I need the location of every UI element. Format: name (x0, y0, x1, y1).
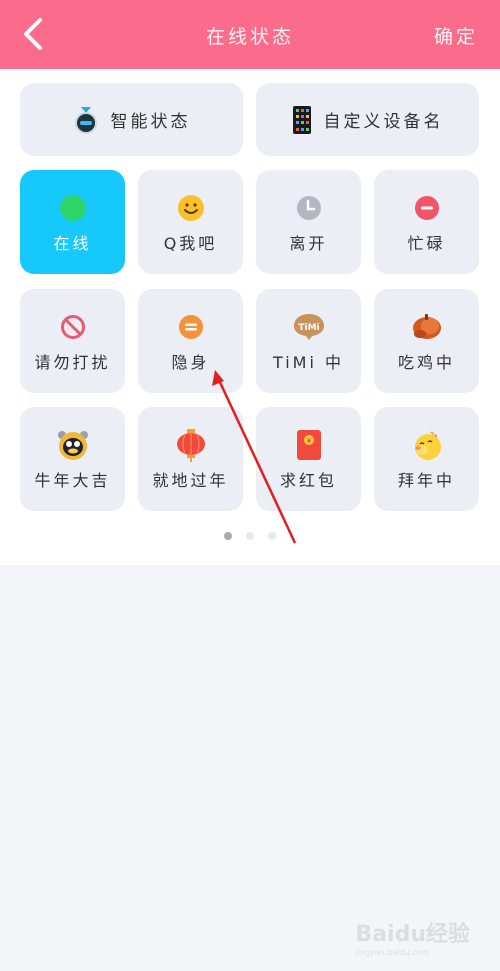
status-label: 隐身 (171, 353, 210, 372)
status-do-not-disturb[interactable]: 请勿打扰 (20, 289, 125, 393)
chick-icon (410, 429, 444, 461)
page-indicator (0, 532, 500, 540)
status-label: 拜年中 (397, 471, 455, 490)
custom-device-name-label: 自定义设备名 (323, 112, 444, 132)
status-timi[interactable]: TiMi TiMi 中 (256, 289, 361, 393)
status-online[interactable]: 在线 (20, 170, 125, 274)
watermark-subtext: jingyan.baidu.com (355, 948, 430, 957)
status-label: 请勿打扰 (34, 353, 111, 372)
status-label: TiMi 中 (272, 353, 345, 372)
invisible-icon (176, 312, 206, 342)
status-panel: 智能状态 自定义设备名 在线 Q我吧 离开 忙碌 请勿打扰 隐身 TiMi Ti… (0, 69, 500, 565)
busy-icon (412, 193, 442, 223)
custom-device-name-button[interactable]: 自定义设备名 (256, 83, 479, 156)
status-eating-chicken[interactable]: 吃鸡中 (374, 289, 479, 393)
clock-icon (294, 193, 324, 223)
status-invisible[interactable]: 隐身 (138, 289, 243, 393)
do-not-disturb-icon (58, 312, 88, 342)
ox-penguin-icon (56, 429, 90, 461)
page-dot-3[interactable] (268, 532, 276, 540)
status-label: 吃鸡中 (397, 353, 455, 372)
status-label: 离开 (289, 234, 328, 253)
status-label: 牛年大吉 (34, 471, 111, 490)
status-label: Q我吧 (163, 234, 218, 253)
robot-icon (74, 106, 97, 134)
page-title: 在线状态 (205, 26, 294, 48)
status-q-me[interactable]: Q我吧 (138, 170, 243, 274)
lantern-icon (175, 428, 207, 462)
confirm-button[interactable]: 确定 (434, 22, 478, 49)
smile-icon (176, 193, 206, 223)
status-ask-red-envelope[interactable]: ¥ 求红包 (256, 407, 361, 511)
watermark: Baidu经验 jingyan.baidu.com (355, 916, 470, 957)
online-dot-icon (58, 193, 88, 223)
status-label: 忙碌 (407, 234, 446, 253)
status-label: 在线 (53, 234, 92, 253)
status-ox-year[interactable]: 牛年大吉 (20, 407, 125, 511)
status-label: 求红包 (279, 471, 337, 490)
app-header: 在线状态 确定 (0, 0, 500, 69)
smart-status-label: 智能状态 (110, 112, 191, 132)
svg-text:TiMi: TiMi (298, 323, 319, 333)
page-dot-1[interactable] (224, 532, 232, 540)
red-envelope-icon: ¥ (296, 429, 322, 461)
status-away[interactable]: 离开 (256, 170, 361, 274)
watermark-text: Baidu经验 (355, 922, 470, 947)
page-dot-2[interactable] (246, 532, 254, 540)
status-stay-home-new-year[interactable]: 就地过年 (138, 407, 243, 511)
phone-icon (292, 105, 311, 134)
chicken-icon (410, 312, 444, 342)
status-new-year-greeting[interactable]: 拜年中 (374, 407, 479, 511)
svg-text:¥: ¥ (306, 437, 311, 445)
smart-status-button[interactable]: 智能状态 (20, 83, 243, 156)
status-label: 就地过年 (152, 471, 229, 490)
timi-icon: TiMi (292, 312, 326, 342)
status-busy[interactable]: 忙碌 (374, 170, 479, 274)
